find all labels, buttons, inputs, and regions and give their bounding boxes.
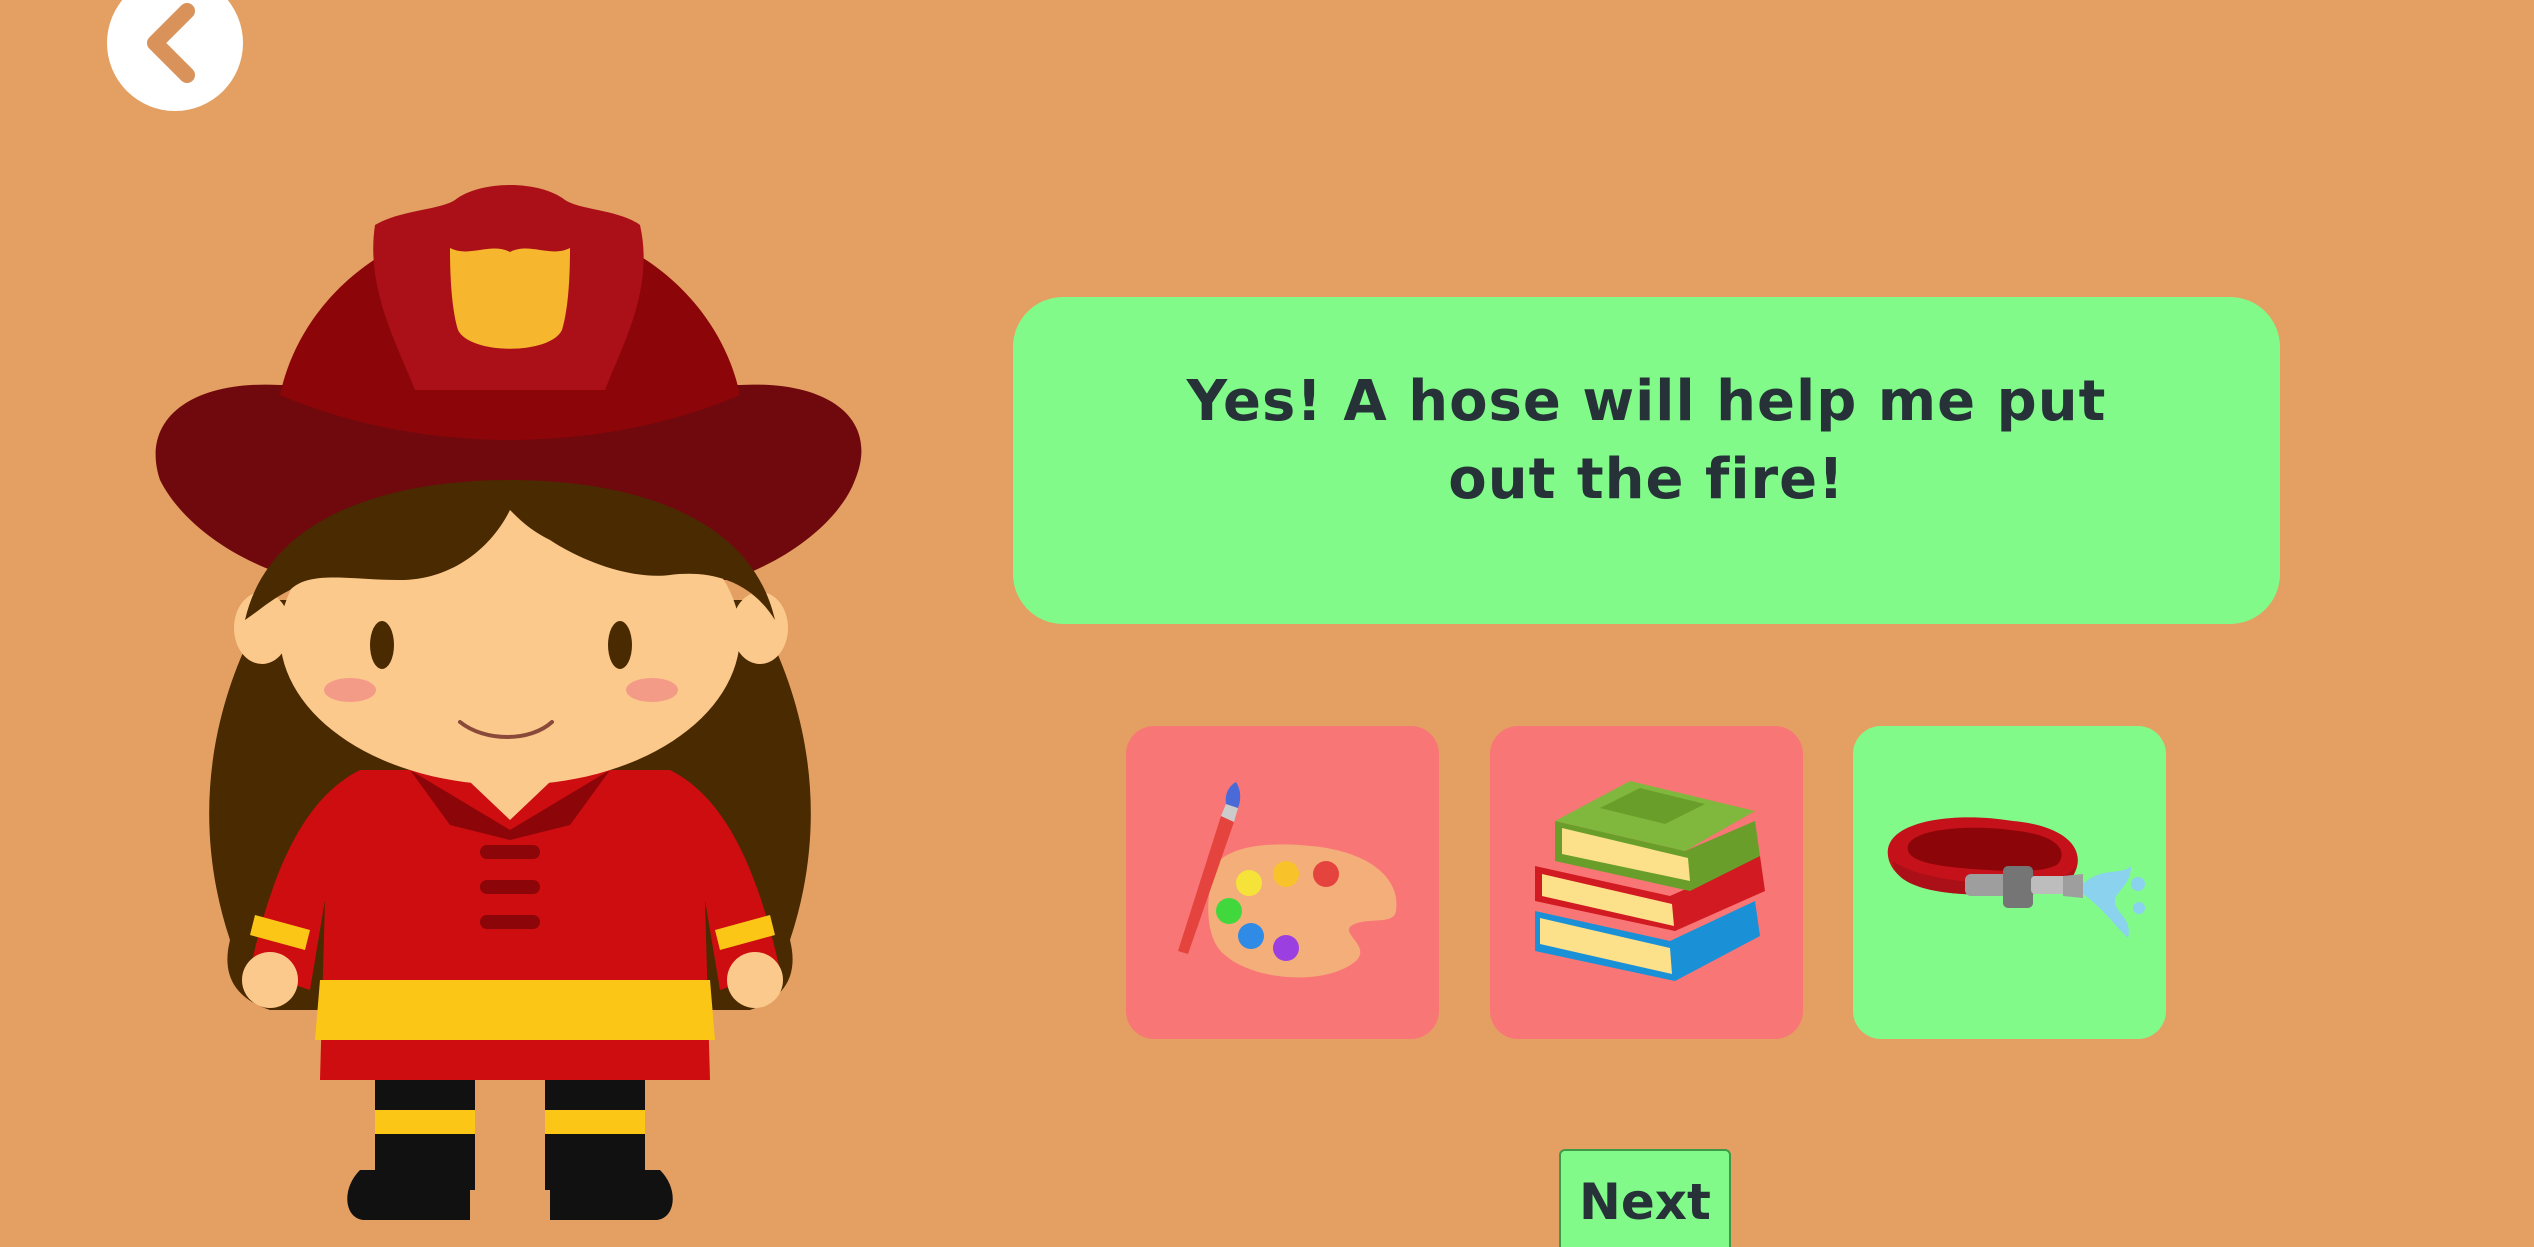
jacket-button xyxy=(480,845,540,859)
next-button[interactable]: Next xyxy=(1559,1149,1731,1247)
right-hand xyxy=(727,952,783,1008)
left-leg-stripe xyxy=(375,1110,475,1134)
choice-card-books[interactable] xyxy=(1490,726,1803,1039)
choice-card-fire-hose[interactable] xyxy=(1853,726,2166,1039)
books-stack-icon xyxy=(1535,781,1765,981)
hat-badge xyxy=(450,248,570,349)
right-cheek xyxy=(626,678,678,702)
right-boot xyxy=(550,1170,673,1220)
left-eye xyxy=(370,621,394,669)
right-leg-stripe xyxy=(545,1110,645,1134)
jacket-button xyxy=(480,880,540,894)
fire-hose-icon xyxy=(1887,817,2145,938)
jacket-stripe xyxy=(315,980,715,1040)
paint-palette-icon xyxy=(1178,782,1397,978)
right-eye xyxy=(608,621,632,669)
chevron-left-icon xyxy=(147,3,195,83)
choice-card-paint-palette[interactable] xyxy=(1126,726,1439,1039)
right-ear xyxy=(732,592,788,664)
game-screen: Yes! A hose will help me put out the fir… xyxy=(0,0,2534,1247)
left-hand xyxy=(242,952,298,1008)
left-cheek xyxy=(324,678,376,702)
jacket-button xyxy=(480,915,540,929)
left-boot xyxy=(347,1170,470,1220)
speech-bubble: Yes! A hose will help me put out the fir… xyxy=(1013,297,2280,624)
firefighter-girl-illustration xyxy=(155,185,862,1220)
back-button[interactable] xyxy=(107,0,243,111)
speech-text: Yes! A hose will help me put out the fir… xyxy=(1186,369,2107,512)
